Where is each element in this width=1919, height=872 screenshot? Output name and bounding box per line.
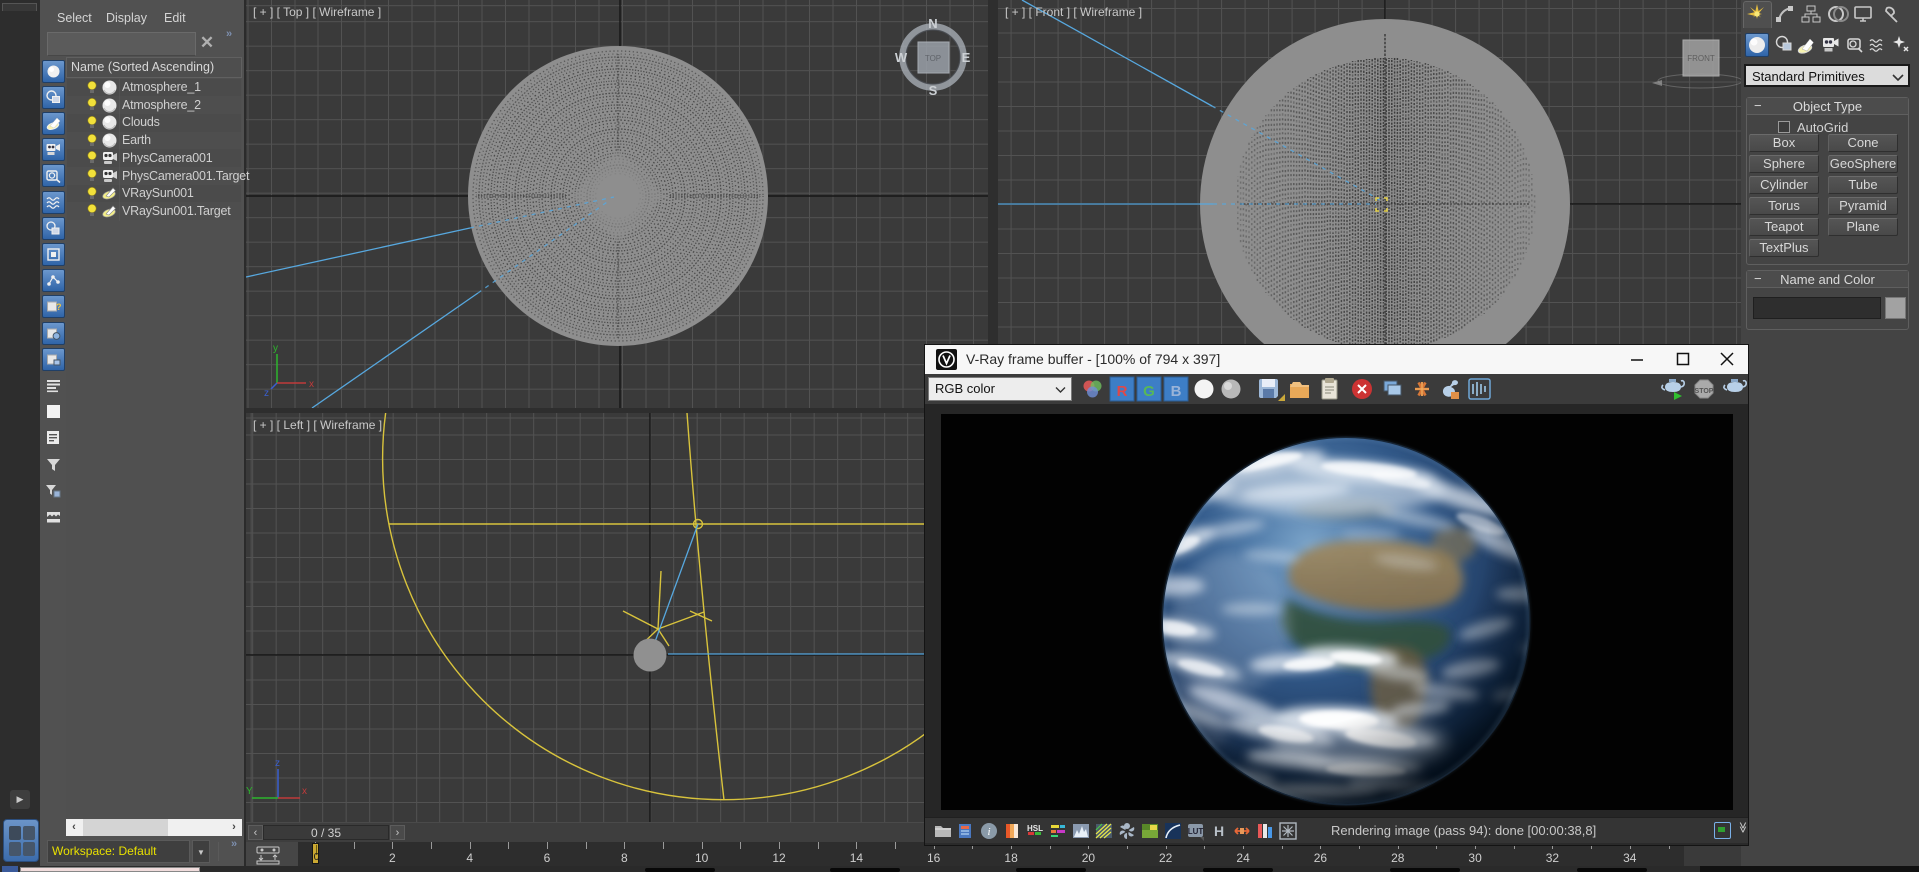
- svg-text:z: z: [264, 388, 269, 399]
- svg-text:W: W: [895, 50, 908, 65]
- svg-text:B: B: [1171, 383, 1182, 400]
- svg-text:Y: Y: [246, 786, 253, 797]
- svg-text:x: x: [302, 786, 307, 797]
- svg-text:H: H: [1214, 823, 1224, 839]
- svg-text:S: S: [929, 83, 938, 98]
- svg-text:z: z: [275, 758, 280, 769]
- svg-text:TOP: TOP: [925, 54, 941, 63]
- svg-text:i: i: [987, 826, 990, 838]
- svg-text:y: y: [273, 343, 278, 354]
- svg-text:LUT: LUT: [1188, 827, 1204, 836]
- svg-text:STOP: STOP: [1695, 388, 1714, 395]
- svg-text:E: E: [962, 50, 971, 65]
- svg-text:FRONT: FRONT: [1687, 54, 1715, 63]
- svg-text:x: x: [309, 379, 314, 390]
- svg-text:?: ?: [56, 302, 62, 312]
- svg-text:G: G: [1143, 383, 1155, 400]
- svg-text:N: N: [928, 16, 937, 31]
- svg-text:R: R: [1117, 383, 1128, 400]
- svg-text:HSL: HSL: [1027, 824, 1043, 833]
